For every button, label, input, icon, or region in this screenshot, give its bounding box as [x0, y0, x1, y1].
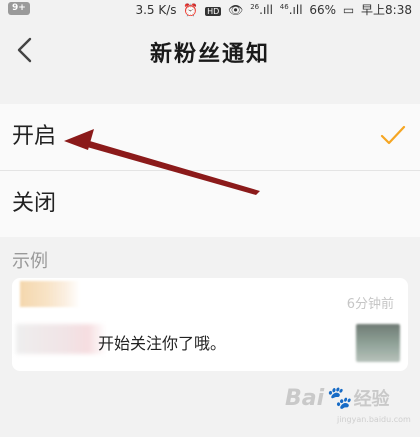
example-section-label: 示例 [12, 251, 48, 272]
clock: 早上8:38 [361, 3, 412, 17]
option-enable-label: 开启 [12, 124, 57, 149]
checkmark-icon [380, 125, 406, 145]
network-speed: 3.5 K/s [135, 3, 177, 17]
time-ago: 6分钟前 [346, 297, 394, 312]
notification-count-badge: 9+ [8, 2, 30, 15]
blurred-post-thumbnail [356, 324, 400, 362]
watermark-brand-tail: 经验 [353, 389, 390, 410]
notification-option-list: 开启 关闭 [0, 104, 420, 237]
signal-2-icon: 46.ıll [279, 3, 303, 17]
page-title: 新粉丝通知 [149, 42, 270, 67]
blurred-username [16, 324, 106, 354]
watermark-brand: Bai [285, 386, 325, 411]
baidu-jingyan-watermark: Bai🐾 经验 jingyan.baidu.com [285, 385, 411, 424]
option-disable-label: 关闭 [12, 191, 57, 216]
watermark-sub: jingyan.baidu.com [337, 415, 411, 424]
paw-icon: 🐾 [324, 386, 352, 411]
option-enable[interactable]: 开启 [0, 104, 420, 170]
example-message: 开始关注你了哦。 [98, 334, 227, 353]
nav-bar: 新粉丝通知 [0, 18, 420, 82]
hd-icon: HD [205, 7, 222, 16]
status-indicators: 3.5 K/s ⏰ HD 👁 26.ıll 46.ıll 66% ▭ 早上8:3… [132, 1, 412, 18]
example-notification-card: 6分钟前 开始关注你了哦。 [12, 278, 408, 371]
battery-icon: ▭ [342, 3, 355, 17]
option-disable[interactable]: 关闭 [0, 170, 420, 237]
battery-percent: 66% [309, 3, 337, 17]
eye-icon: 👁 [228, 3, 244, 17]
signal-1-icon: 26.ıll [250, 3, 273, 17]
alarm-icon: ⏰ [183, 3, 199, 17]
blurred-avatar [20, 281, 80, 307]
status-bar: 9+ 3.5 K/s ⏰ HD 👁 26.ıll 46.ıll 66% ▭ 早上… [0, 0, 420, 18]
